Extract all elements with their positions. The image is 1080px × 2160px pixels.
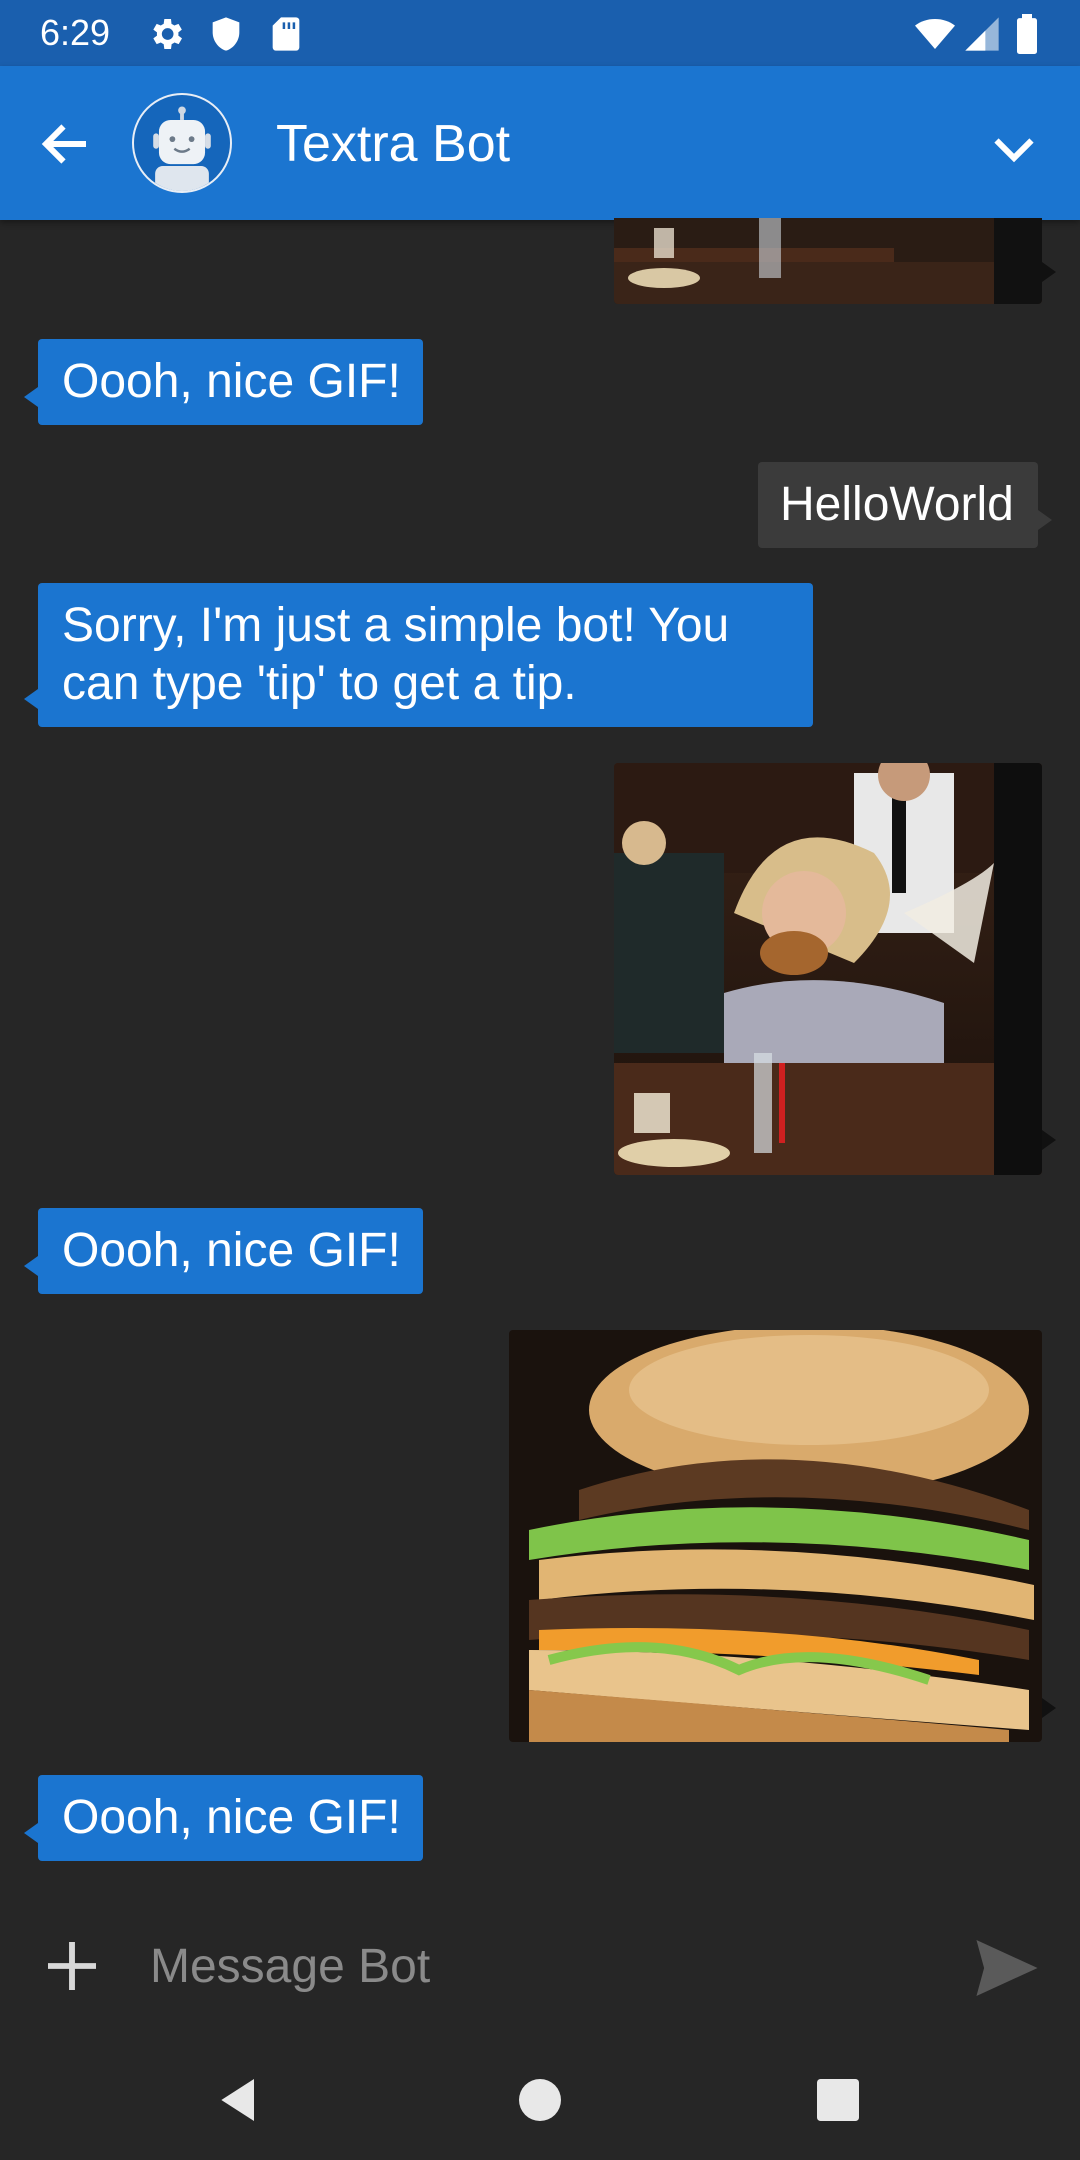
message-composer [0, 1910, 1080, 2020]
bubble-tail [1042, 262, 1056, 282]
system-nav-bar [0, 2040, 1080, 2160]
message-text: Oooh, nice GIF! [62, 355, 401, 408]
gif-message[interactable] [509, 1330, 1042, 1742]
settings-icon [146, 14, 186, 54]
signal-icon [962, 14, 1002, 54]
message-text: Oooh, nice GIF! [62, 1224, 401, 1277]
gif-message[interactable] [614, 218, 1042, 304]
gif-message[interactable] [614, 763, 1042, 1175]
bubble-tail [1042, 1698, 1056, 1718]
status-bar: 6:29 [0, 0, 1080, 66]
my-message[interactable]: HelloWorld [758, 462, 1052, 548]
robot-avatar-icon [153, 106, 211, 191]
conversation-title: Textra Bot [276, 115, 511, 173]
bubble-tail [1042, 1130, 1056, 1150]
message-text: HelloWorld [780, 478, 1014, 531]
bot-message[interactable]: Sorry, I'm just a simple bot! You can ty… [24, 583, 813, 727]
send-icon[interactable] [976, 1940, 1038, 1996]
bot-message[interactable]: Oooh, nice GIF! [24, 1208, 423, 1294]
bot-message[interactable]: Oooh, nice GIF! [24, 339, 423, 425]
shield-icon [206, 14, 246, 54]
message-input[interactable] [150, 1936, 910, 1996]
sd-card-icon [266, 14, 306, 54]
back-arrow-icon[interactable] [36, 114, 96, 174]
status-time: 6:29 [40, 12, 111, 53]
burger-gif [509, 1330, 1042, 1742]
home-circle-icon[interactable] [512, 2072, 568, 2128]
message-text: Oooh, nice GIF! [62, 1791, 401, 1844]
plus-icon[interactable] [40, 1934, 104, 1998]
battery-icon [1012, 14, 1042, 55]
woman-eating-burger-gif [614, 218, 1042, 304]
woman-eating-burger-gif [614, 763, 1042, 1175]
conversation-header: Textra Bot [0, 66, 1080, 220]
bot-message[interactable]: Oooh, nice GIF! [24, 1775, 423, 1861]
message-text: Sorry, I'm just a simple bot! You can ty… [62, 599, 730, 710]
chevron-down-icon[interactable] [984, 118, 1044, 178]
back-triangle-icon[interactable] [212, 2072, 268, 2128]
wifi-icon [912, 14, 958, 54]
recents-square-icon[interactable] [810, 2072, 866, 2128]
avatar[interactable] [132, 93, 232, 193]
